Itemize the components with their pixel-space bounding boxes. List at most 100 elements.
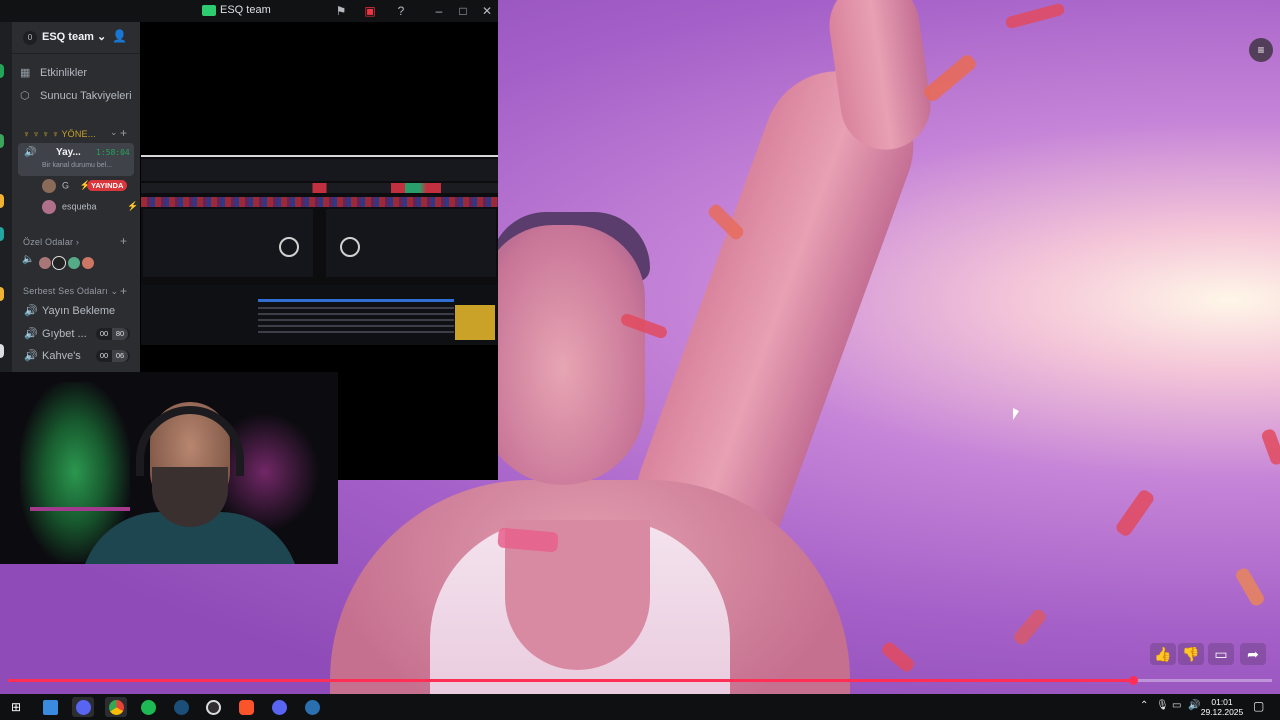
add-channel-icon[interactable]: + xyxy=(120,284,127,298)
selected-track xyxy=(258,299,454,302)
category-private[interactable]: Özel Odalar › xyxy=(23,237,79,247)
mouse-cursor xyxy=(1013,408,1019,420)
channel-name: Kahve's xyxy=(42,350,81,362)
add-channel-icon[interactable]: + xyxy=(120,126,127,140)
member-avatars[interactable] xyxy=(38,254,96,272)
voice-timer: 1:58:04 xyxy=(96,148,130,157)
voice-channel[interactable]: 🔊 Yayın Bekleme xyxy=(24,304,115,317)
clock[interactable]: 01:01 29.12.2025 xyxy=(1200,697,1244,717)
microphone-icon[interactable]: 🎙 xyxy=(1156,700,1169,711)
user-limit: 80 xyxy=(112,328,128,340)
start-icon[interactable]: ⊞ xyxy=(5,697,27,717)
server-name[interactable]: ESQ team ⌄ xyxy=(42,30,106,43)
user-limit-badge: 00 80 xyxy=(96,328,130,340)
minimize-icon[interactable]: – xyxy=(431,3,447,19)
avatar xyxy=(38,255,52,270)
face xyxy=(480,225,645,485)
brave-icon[interactable] xyxy=(235,697,257,717)
nav-events-label: Etkinlikler xyxy=(40,67,88,79)
speaker-icon: 🔊 xyxy=(24,147,37,158)
app-logo-icon xyxy=(202,5,216,16)
inbox-icon[interactable]: ⚑ xyxy=(333,3,349,19)
track-row xyxy=(258,325,454,327)
track-row xyxy=(258,313,454,315)
member-name: esqueba xyxy=(62,201,97,212)
track-row xyxy=(258,331,454,333)
comment-icon[interactable]: ▭ xyxy=(1208,643,1234,665)
steam-icon[interactable] xyxy=(170,697,192,717)
like-icon[interactable]: 👍 xyxy=(1150,643,1176,665)
jog-wheel[interactable] xyxy=(279,237,299,257)
server-header[interactable]: 0 ESQ team ⌄ 👤 xyxy=(12,22,140,54)
calendar-icon: ▦ xyxy=(20,67,31,79)
dj-toolbar xyxy=(141,159,498,181)
confetti xyxy=(1114,487,1156,539)
live-badge: YAYINDA xyxy=(87,180,128,191)
window-title: ESQ team xyxy=(220,4,271,16)
server-indicator xyxy=(0,287,4,301)
folder-icon[interactable] xyxy=(39,697,61,717)
user-limit-badge: 00 06 xyxy=(96,350,130,362)
close-icon[interactable]: ✕ xyxy=(479,3,495,19)
speaker-icon: 🔊 xyxy=(24,350,38,362)
steam-icon[interactable] xyxy=(301,697,323,717)
collapse-icon[interactable]: ⌄ xyxy=(110,127,118,138)
speaker-icon: 🔊 xyxy=(24,328,38,340)
category-free[interactable]: Serbest Ses Odaları ⌄ xyxy=(23,286,118,297)
spotify-icon[interactable] xyxy=(137,697,159,717)
dislike-icon[interactable]: 👎 xyxy=(1178,643,1204,665)
member-row[interactable]: esqueba ⚡ xyxy=(42,200,138,216)
category-admin[interactable]: ♆ ♆ ♆ ♆ YÖNE... xyxy=(23,129,96,139)
promo-panel xyxy=(455,305,495,340)
notification-icon[interactable]: ▢ xyxy=(1253,699,1264,713)
title-bar: ESQ team ⚑ ▣ ? – □ ✕ xyxy=(0,0,498,22)
time: 01:01 xyxy=(1211,697,1233,707)
share-icon[interactable]: ➦ xyxy=(1240,643,1266,665)
speaker-icon: 🔊 xyxy=(24,305,38,317)
server-indicator xyxy=(0,194,4,208)
track-row xyxy=(258,319,454,321)
help-icon[interactable]: ? xyxy=(393,3,409,19)
obs-icon[interactable] xyxy=(202,697,224,717)
server-indicator xyxy=(0,227,4,241)
discord-icon[interactable] xyxy=(72,697,94,717)
taskbar: ⊞ ⌃ 🎙 ▭ 🔊 01:01 29.12.2025 ▢ xyxy=(0,694,1280,720)
playlist-menu-icon[interactable]: ≡ xyxy=(1249,38,1273,62)
avatar xyxy=(52,255,67,270)
maximize-icon[interactable]: □ xyxy=(455,3,471,19)
chrome-icon[interactable] xyxy=(105,697,127,717)
add-member-icon[interactable]: 👤 xyxy=(112,29,127,43)
channel-name: Yayın Bekleme xyxy=(42,305,116,317)
active-voice-channel[interactable]: 🔊 Yay... 1:58:04 Bir kanal durumu bel... xyxy=(18,143,134,176)
voice-channel[interactable]: 🔊 Gıybet ... xyxy=(24,327,87,340)
nav-boosts[interactable]: ⬡ Sunucu Takviyeleri xyxy=(20,89,132,109)
member-row[interactable]: G ⚡ xyxy=(42,179,91,195)
deck-right xyxy=(326,209,496,277)
avatar xyxy=(42,200,56,214)
progress-knob[interactable] xyxy=(1128,676,1138,685)
voice-channel[interactable]: 🔊 Kahve's xyxy=(24,349,81,362)
avatar xyxy=(66,255,81,270)
jog-wheel[interactable] xyxy=(340,237,360,257)
screen-share-icon[interactable]: ▣ xyxy=(362,3,378,19)
voice-icon: 🔈 xyxy=(22,254,35,265)
volume-icon[interactable]: 🔊 xyxy=(1188,700,1200,711)
network-icon[interactable]: ▭ xyxy=(1172,700,1181,711)
server-indicator xyxy=(0,64,4,78)
app-icon[interactable] xyxy=(268,697,290,717)
track-row xyxy=(258,307,454,309)
video-progress-bar[interactable] xyxy=(8,676,1272,685)
avatar xyxy=(42,179,56,193)
date: 29.12.2025 xyxy=(1200,707,1244,717)
add-channel-icon[interactable]: + xyxy=(120,234,127,248)
stream-view[interactable] xyxy=(141,155,498,345)
confetti xyxy=(1233,566,1267,608)
tray-chevron-icon[interactable]: ⌃ xyxy=(1140,700,1148,711)
server-indicator xyxy=(0,134,4,148)
nav-events[interactable]: ▦ Etkinlikler xyxy=(20,66,87,86)
waveform xyxy=(141,197,498,207)
channel-status[interactable]: Bir kanal durumu bel... xyxy=(42,162,112,169)
server-rail xyxy=(0,22,12,372)
channel-name: Gıybet ... xyxy=(42,328,87,340)
streaming-icon: ⚡ xyxy=(127,201,139,212)
